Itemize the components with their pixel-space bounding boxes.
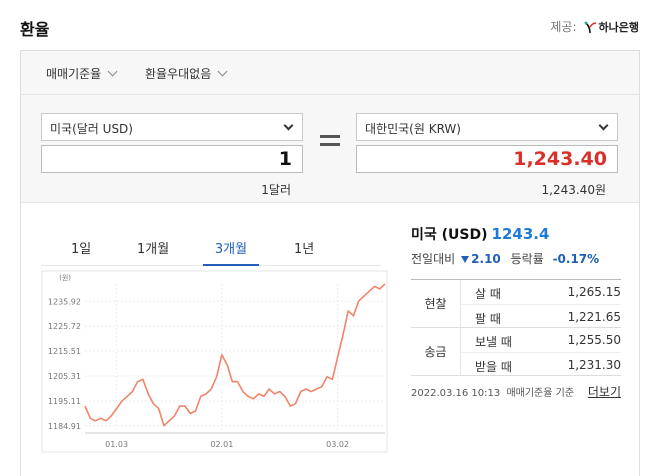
receive-label: 받을 때 (475, 360, 512, 374)
exchange-widget: 매매기준율 환율우대없음 미국(달러 USD) 1 1달러 대한민국(원 KRW… (20, 50, 640, 476)
x-tick-label: 01.03 (105, 440, 128, 449)
cash-group: 현찰 살 때 1,265.15 팔 때 1,221.65 (411, 280, 621, 328)
equals-icon (320, 135, 340, 149)
currency-heading: 미국 (USD) 1243.4 (411, 224, 549, 244)
y-tick-label: 1205.31 (48, 372, 81, 381)
rate-basis-dropdown[interactable]: 매매기준율 (46, 65, 118, 82)
provider: 제공: 하나은행 (550, 18, 639, 35)
sell-value: 1,221.65 (567, 310, 621, 324)
cash-label: 현찰 (411, 280, 461, 328)
hana-bank-logo[interactable]: 하나은행 (583, 19, 639, 35)
chevron-down-icon (107, 66, 118, 77)
down-triangle-icon (461, 256, 470, 263)
from-amount-text: 1달러 (261, 183, 291, 197)
chevron-down-icon (217, 66, 228, 77)
rate-change-value: -0.17% (552, 252, 600, 266)
table-row: 팔 때 1,221.65 (461, 304, 621, 328)
y-tick-label: 1225.72 (48, 322, 81, 331)
sell-label: 팔 때 (475, 312, 501, 326)
currency-label: 미국 (USD) (411, 227, 488, 243)
buy-value: 1,265.15 (567, 285, 621, 299)
y-tick-label: 1215.51 (48, 347, 81, 356)
provider-label: 제공: (550, 20, 577, 34)
preferential-rate-dropdown[interactable]: 환율우대없음 (145, 65, 228, 82)
rate-change-label: 등락률 (510, 252, 544, 266)
from-currency-label: 미국(달러 USD) (50, 122, 133, 136)
converter: 미국(달러 USD) 1 1달러 대한민국(원 KRW) 1,243.40 1,… (21, 95, 639, 203)
rate-table: 현찰 살 때 1,265.15 팔 때 1,221.65 송금 보낼 때 1,2… (411, 279, 621, 376)
basis-label: 매매기준율 기준 (506, 388, 575, 399)
header: 환율 제공: 하나은행 (0, 0, 661, 50)
from-currency-select[interactable]: 미국(달러 USD) (41, 113, 303, 141)
page-title: 환율 (20, 20, 50, 39)
y-tick-label: 1184.91 (48, 422, 81, 431)
send-label: 보낼 때 (475, 335, 512, 349)
y-axis-label: (원) (59, 273, 71, 282)
chevron-down-icon (598, 120, 609, 131)
change-value: 2.10 (471, 252, 501, 266)
x-tick-label: 02.01 (210, 440, 233, 449)
table-row: 받을 때 1,231.30 (461, 352, 621, 376)
x-tick-label: 03.02 (326, 440, 349, 449)
remit-label: 송금 (411, 328, 461, 376)
period-tabs: 1일 1개월 3개월 1년 (41, 230, 381, 266)
filter-bar: 매매기준율 환율우대없음 (21, 51, 639, 95)
exchange-rate-chart: 1184.91 1195.11 1205.31 1215.51 1225.72 1235.… (41, 270, 388, 453)
rate-basis-label: 매매기준율 (46, 67, 102, 81)
hana-leaf-icon (584, 21, 596, 33)
rate-detail: 1일 1개월 3개월 1년 1184.91 1195.11 1205.31 1215.… (21, 204, 639, 476)
y-tick-label: 1195.11 (48, 397, 81, 406)
preferential-rate-label: 환율우대없음 (145, 67, 212, 81)
table-row: 살 때 1,265.15 (461, 280, 621, 304)
timestamp-line: 2022.03.16 10:13 매매기준율 기준 더보기 (411, 384, 621, 399)
to-amount-input[interactable]: 1,243.40 (356, 145, 618, 173)
tab-1year[interactable]: 1년 (294, 238, 314, 266)
timestamp: 2022.03.16 10:13 (411, 388, 501, 399)
change-line: 전일대비 2.10 등락률 -0.17% (411, 250, 599, 267)
buy-label: 살 때 (475, 287, 501, 301)
provider-name: 하나은행 (598, 20, 639, 34)
y-tick-label: 1235.92 (48, 297, 81, 306)
change-label: 전일대비 (411, 252, 456, 266)
table-row: 보낼 때 1,255.50 (461, 328, 621, 352)
remit-group: 송금 보낼 때 1,255.50 받을 때 1,231.30 (411, 328, 621, 376)
more-link[interactable]: 더보기 (588, 383, 621, 400)
to-currency-select[interactable]: 대한민국(원 KRW) (356, 113, 618, 141)
chart-frame (41, 270, 388, 453)
to-currency-label: 대한민국(원 KRW) (365, 122, 461, 136)
chevron-down-icon (283, 120, 294, 131)
tab-1day[interactable]: 1일 (71, 238, 91, 266)
tab-3months[interactable]: 3개월 (203, 238, 259, 266)
from-amount-input[interactable]: 1 (41, 145, 303, 173)
current-rate: 1243.4 (491, 225, 550, 243)
receive-value: 1,231.30 (567, 358, 621, 372)
tab-1month[interactable]: 1개월 (137, 238, 169, 266)
to-amount-text: 1,243.40원 (541, 183, 606, 197)
send-value: 1,255.50 (567, 333, 621, 347)
